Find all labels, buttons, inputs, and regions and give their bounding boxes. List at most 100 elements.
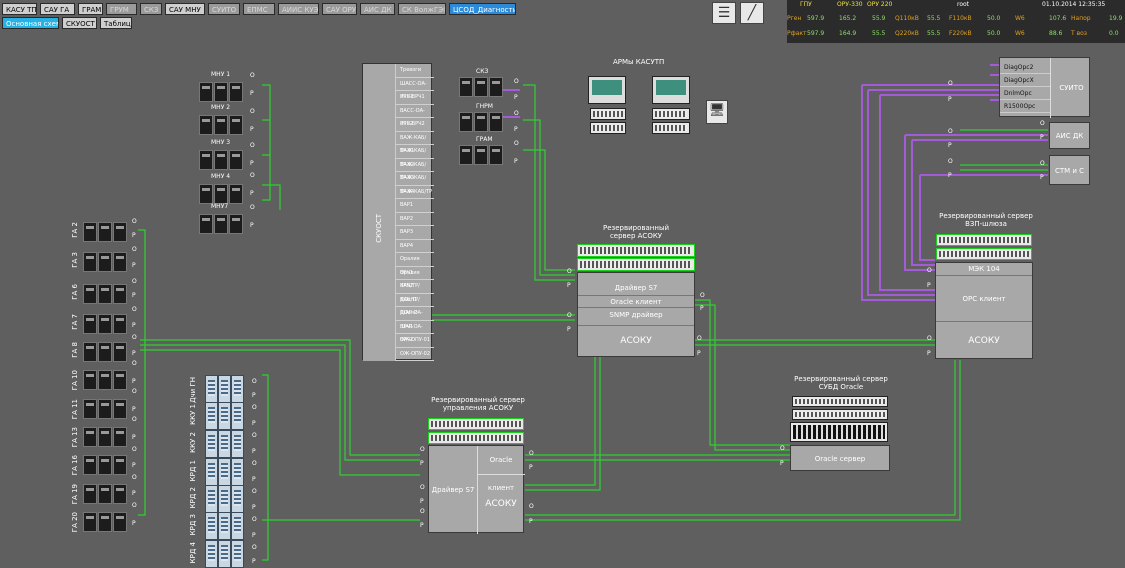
ga-unit-8-module-2	[98, 427, 112, 447]
kku-unit-4[interactable]	[205, 458, 253, 486]
mnu-unit-5-module-2	[214, 214, 228, 234]
skuost-row-18[interactable]: КАБ/ТР/ДОсп2	[396, 294, 434, 316]
vzp-title: Резервированный сервер ВЗП-шлюза	[939, 212, 1033, 228]
mnu-unit-1[interactable]	[196, 80, 244, 104]
sumto-row-3[interactable]: DnlmOpc	[1000, 88, 1050, 100]
skuost-row-20[interactable]: ШАР-ОА-ВРЧ2	[396, 321, 434, 343]
arm-monitor-2[interactable]	[652, 76, 690, 104]
sumto-panel[interactable]: DiagOpc2 DiagOpcX DnlmOpc R1500Opc СУИТО	[999, 57, 1092, 118]
vzp-row-asoku[interactable]: АСОКУ	[936, 321, 1032, 360]
status-row1-v6: 107.6	[1049, 15, 1067, 22]
mnu-unit-4-module-3	[229, 184, 243, 204]
skuost-row-6[interactable]: ВАЖ-КАБ/ТР-01	[396, 132, 434, 154]
asoku-control-oracle[interactable]: Oracle клиент	[477, 446, 525, 492]
port-label-23: О	[132, 388, 137, 395]
sumto-label[interactable]: СУИТО	[1050, 58, 1092, 118]
ga-unit-1[interactable]	[80, 220, 128, 244]
asoku-control-driver[interactable]: Драйвер S7	[429, 446, 478, 534]
mnu-unit-3[interactable]	[196, 148, 244, 172]
ga-unit-7[interactable]	[80, 397, 128, 421]
kku-unit-7-module-1	[205, 540, 218, 568]
skuost-panel[interactable]: СКУОСТ Тревоги ШАСС-ОА-ВРЧ1 РЧБ-ВРЧ1 ВАСС-О…	[362, 63, 434, 361]
vzp-row-iec104[interactable]: МЭК 104	[936, 263, 1032, 275]
sumto-row-2[interactable]: DiagOpcX	[1000, 75, 1050, 87]
ga-unit-8-module-1	[83, 427, 97, 447]
asoku-control-asoku[interactable]: АСОКУ	[477, 474, 525, 534]
sumto-row-4[interactable]: R1500Opc	[1000, 101, 1050, 113]
skuost-row-5[interactable]: РЧБ-ВРЧ2	[396, 118, 434, 132]
mnu-unit-1-module-1	[199, 82, 213, 102]
ga-unit-9[interactable]	[80, 453, 128, 477]
kku-unit-6-module-3	[231, 512, 244, 540]
status-row1-v7: 19.9	[1109, 15, 1123, 22]
skuost-row-12[interactable]: ВАР2	[396, 213, 434, 226]
oracle-server[interactable]: Oracle сервер	[790, 445, 890, 471]
skuost-row-10[interactable]: ВАЖ-КАБ/ТР	[396, 186, 434, 199]
vzp-server[interactable]: МЭК 104 OPC клиент АСОКУ	[935, 262, 1033, 359]
kku-unit-5-module-3	[231, 485, 244, 513]
skz-unit-2[interactable]	[456, 110, 504, 134]
skz-unit-3[interactable]	[456, 143, 504, 167]
skuost-row-21[interactable]: ОЖ-ОПУ-01	[396, 334, 434, 348]
skuost-row-22[interactable]: ОЖ-ОПУ-02	[396, 348, 434, 361]
kku-unit-3-module-3	[231, 430, 244, 458]
skuost-row-17[interactable]: КАБ/ТР/ДОсп1	[396, 280, 434, 303]
ga-unit-11[interactable]	[80, 510, 128, 534]
vzp-row-opc[interactable]: OPC клиент	[936, 275, 1032, 321]
skuost-row-7[interactable]: ВАЖ-КАБ/ТР-02	[396, 145, 434, 168]
kku-unit-1[interactable]	[205, 375, 253, 403]
kku-unit-7[interactable]	[205, 540, 253, 568]
ga-unit-8[interactable]	[80, 425, 128, 449]
kku-unit-1-module-2	[218, 375, 231, 403]
ga-unit-2[interactable]	[80, 250, 128, 274]
status-row2-v7: 0.0	[1109, 30, 1119, 37]
kku-unit-5[interactable]	[205, 485, 253, 513]
mnu-unit-2[interactable]	[196, 113, 244, 137]
kku-unit-6[interactable]	[205, 512, 253, 540]
skuost-row-8[interactable]: ВАЖ-КАБ/ТР-03	[396, 159, 434, 181]
skuost-row-19[interactable]: ШАР-ОА-ВРЧ1	[396, 307, 434, 330]
document-icon[interactable]: ☰	[712, 2, 736, 24]
port-label-40: Р	[252, 476, 256, 483]
asoku-control-rack-2	[428, 432, 524, 444]
asoku-main-row-s7[interactable]: Драйвер S7	[578, 281, 694, 295]
ga-unit-6[interactable]	[80, 368, 128, 392]
skuost-row-11[interactable]: ВАР1	[396, 199, 434, 213]
asoku-main-row-oracle[interactable]: Oracle клиент	[578, 295, 694, 307]
skuost-row-15[interactable]: Оралия ВРЧ1	[396, 253, 434, 276]
asoku-main-row-asoku[interactable]: АСОКУ	[578, 325, 694, 355]
stm-panel[interactable]: СТМ и С	[1049, 155, 1090, 185]
port-label-45: О	[252, 544, 257, 551]
asoku-main-server[interactable]: Драйвер S7 Oracle клиент SNMP драйвер АС…	[577, 272, 695, 357]
arm-monitor-1[interactable]	[588, 76, 626, 104]
chart-icon[interactable]: ╱	[740, 2, 764, 24]
skz-unit-1[interactable]	[456, 75, 504, 99]
skuost-row-14[interactable]: ВАР4	[396, 240, 434, 253]
ga-unit-1-module-3	[113, 222, 127, 242]
port-label-1: О	[250, 72, 255, 79]
port-label-22: Р	[132, 378, 136, 385]
ga-unit-5[interactable]	[80, 340, 128, 364]
skuost-row-13[interactable]: ВАР3	[396, 226, 434, 240]
ga-unit-10[interactable]	[80, 482, 128, 506]
skuost-row-16[interactable]: Оралия ВРЧ2	[396, 267, 434, 289]
skuost-row-3[interactable]: РЧБ-ВРЧ1	[396, 91, 434, 105]
mnu-unit-5[interactable]	[196, 212, 244, 236]
port-label-81: О	[948, 158, 953, 165]
skuost-row-9[interactable]: ВАЖ-КАБ/ТР-04	[396, 172, 434, 195]
sumto-row-1[interactable]: DiagOpc2	[1000, 62, 1050, 74]
oracle-server-row[interactable]: Oracle сервер	[791, 446, 889, 472]
asoku-control-server[interactable]: Драйвер S7 Oracle клиент АСОКУ	[428, 445, 525, 534]
network-computer-icon[interactable]: 🖥	[706, 100, 728, 124]
kku-unit-2[interactable]	[205, 402, 253, 430]
ga-unit-3[interactable]	[80, 282, 128, 306]
status-row1-v4: 55.5	[927, 15, 941, 22]
ais-dk-panel[interactable]: АИС ДК	[1049, 122, 1090, 149]
skuost-row-4[interactable]: ВАСС-ОА-ВРЧ2	[396, 105, 434, 127]
asoku-main-row-snmp[interactable]: SNMP драйвер	[578, 307, 694, 321]
skuost-row-2[interactable]: ШАСС-ОА-ВРЧ1	[396, 78, 434, 100]
kku-unit-3[interactable]	[205, 430, 253, 458]
skuost-row-1[interactable]: Тревоги	[396, 64, 434, 78]
port-label-73: О	[927, 267, 932, 274]
ga-unit-4[interactable]	[80, 312, 128, 336]
